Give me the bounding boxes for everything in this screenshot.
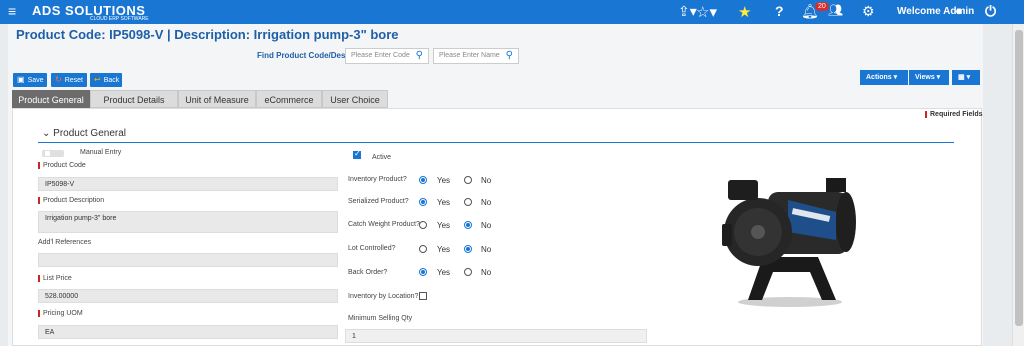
section-header[interactable]: ⌄ Product General bbox=[42, 128, 126, 139]
notification-badge: 20 bbox=[815, 2, 829, 11]
back-order-yes-radio[interactable] bbox=[419, 268, 427, 276]
section-divider bbox=[38, 142, 954, 143]
star-outline-icon[interactable]: ☆▾ bbox=[696, 3, 717, 21]
serialized-yes-label: Yes bbox=[437, 198, 451, 207]
page-title: Product Code: IP5098-V | Description: Ir… bbox=[16, 27, 399, 42]
menu-icon[interactable]: ≡ bbox=[8, 3, 16, 19]
find-label: Find Product Code/Desc bbox=[257, 51, 350, 60]
inventory-yes-radio[interactable] bbox=[419, 176, 427, 184]
back-label: Back bbox=[103, 77, 120, 84]
pricing-uom-label: Pricing UOM bbox=[38, 310, 83, 317]
help-icon[interactable]: ? bbox=[775, 3, 784, 19]
grid-icon: ▦ bbox=[958, 74, 965, 81]
back-order-yes-label: Yes bbox=[437, 268, 451, 277]
inventory-by-location-label: Inventory by Location? bbox=[348, 293, 419, 300]
lot-controlled-yes-label: Yes bbox=[437, 245, 451, 254]
search-icon[interactable]: ⚲ bbox=[416, 50, 423, 61]
list-price-label: List Price bbox=[38, 275, 72, 282]
tab-product-general[interactable]: Product General bbox=[12, 90, 90, 108]
inventory-product-label: Inventory Product? bbox=[348, 176, 407, 183]
min-selling-qty-label: Minimum Selling Qty bbox=[348, 315, 413, 322]
grid-caret: ▾ bbox=[966, 74, 971, 81]
inventory-no-radio[interactable] bbox=[464, 176, 472, 184]
top-navbar: ≡ ADS SOLUTIONS CLOUD ERP SOFTWARE ⇪▾ ☆▾… bbox=[0, 0, 1024, 24]
required-fields-note: Required Fields bbox=[925, 111, 983, 118]
code-search-input[interactable]: Please Enter Code ⚲ bbox=[345, 48, 429, 64]
min-selling-qty-field[interactable]: 1 bbox=[345, 329, 647, 343]
user-circle-icon[interactable]: ● bbox=[955, 3, 963, 18]
catch-weight-yes-radio[interactable] bbox=[419, 221, 427, 229]
share-icon[interactable]: ⇪▾ bbox=[678, 3, 697, 20]
serialized-product-label: Serialized Product? bbox=[348, 198, 409, 205]
chevron-down-icon: ⌄ bbox=[42, 128, 51, 139]
users-icon[interactable]: 👥︎ bbox=[828, 3, 843, 17]
save-button[interactable]: ▣ Save bbox=[13, 73, 47, 87]
manual-entry-toggle[interactable] bbox=[42, 150, 64, 157]
catch-weight-no-label: No bbox=[481, 221, 492, 230]
product-description-label: Product Description bbox=[38, 197, 104, 204]
save-icon: ▣ bbox=[17, 75, 25, 84]
product-image bbox=[722, 178, 856, 307]
scrollbar[interactable] bbox=[1012, 24, 1024, 346]
catch-weight-no-radio[interactable] bbox=[464, 221, 472, 229]
save-label: Save bbox=[27, 77, 44, 84]
tab-product-details[interactable]: Product Details bbox=[90, 90, 178, 108]
active-checkbox[interactable] bbox=[353, 149, 361, 159]
reset-button[interactable]: ↻ Reset bbox=[51, 73, 87, 87]
addl-references-field[interactable] bbox=[38, 253, 338, 267]
scrollbar-thumb[interactable] bbox=[1015, 30, 1023, 326]
logo: ADS SOLUTIONS CLOUD ERP SOFTWARE bbox=[32, 3, 149, 22]
lot-controlled-no-label: No bbox=[481, 245, 492, 254]
inventory-no-label: No bbox=[481, 176, 492, 185]
gear-icon[interactable]: ⚙ bbox=[862, 3, 875, 20]
addl-references-label: Add'l References bbox=[38, 239, 92, 246]
tab-unit-of-measure[interactable]: Unit of Measure bbox=[178, 90, 256, 108]
reset-label: Reset bbox=[64, 77, 83, 84]
grid-menu-button[interactable]: ▦ ▾ bbox=[952, 70, 980, 85]
name-search-placeholder: Please Enter Name bbox=[439, 52, 500, 59]
back-order-no-label: No bbox=[481, 268, 492, 277]
product-code-field[interactable]: IP5098-V bbox=[38, 177, 338, 191]
lot-controlled-no-radio[interactable] bbox=[464, 245, 472, 253]
code-search-placeholder: Please Enter Code bbox=[351, 52, 410, 59]
actions-button[interactable]: Actions ▾ bbox=[860, 70, 908, 85]
tab-user-choice[interactable]: User Choice bbox=[322, 90, 388, 108]
inventory-yes-label: Yes bbox=[437, 176, 451, 185]
back-order-label: Back Order? bbox=[348, 269, 388, 276]
back-order-no-radio[interactable] bbox=[464, 268, 472, 276]
pricing-uom-field[interactable]: EA bbox=[38, 325, 338, 339]
catch-weight-label: Catch Weight Product? bbox=[348, 221, 420, 228]
catch-weight-yes-label: Yes bbox=[437, 221, 451, 230]
logo-sub: CLOUD ERP SOFTWARE bbox=[90, 16, 149, 22]
manual-entry-label: Manual Entry bbox=[80, 149, 122, 156]
views-button[interactable]: Views ▾ bbox=[909, 70, 949, 85]
product-code-label: Product Code bbox=[38, 162, 86, 169]
product-description-field[interactable]: Irrigation pump-3" bore bbox=[38, 211, 338, 233]
serialized-no-radio[interactable] bbox=[464, 198, 472, 206]
lot-controlled-label: Lot Controlled? bbox=[348, 245, 396, 252]
inventory-by-location-checkbox[interactable] bbox=[419, 292, 427, 300]
search-icon[interactable]: ⚲ bbox=[506, 50, 513, 61]
name-search-input[interactable]: Please Enter Name ⚲ bbox=[433, 48, 519, 64]
favorite-star-icon[interactable]: ★ bbox=[738, 3, 751, 21]
section-title: Product General bbox=[53, 128, 126, 139]
active-label: Active bbox=[372, 154, 392, 161]
list-price-field[interactable]: 528.00000 bbox=[38, 289, 338, 303]
reset-icon: ↻ bbox=[55, 75, 62, 84]
power-icon[interactable]: ⏻ bbox=[985, 3, 996, 20]
back-button[interactable]: ↩ Back bbox=[90, 73, 122, 87]
tab-ecommerce[interactable]: eCommerce bbox=[256, 90, 322, 108]
serialized-yes-radio[interactable] bbox=[419, 198, 427, 206]
back-icon: ↩ bbox=[94, 75, 101, 84]
serialized-no-label: No bbox=[481, 198, 492, 207]
lot-controlled-yes-radio[interactable] bbox=[419, 245, 427, 253]
